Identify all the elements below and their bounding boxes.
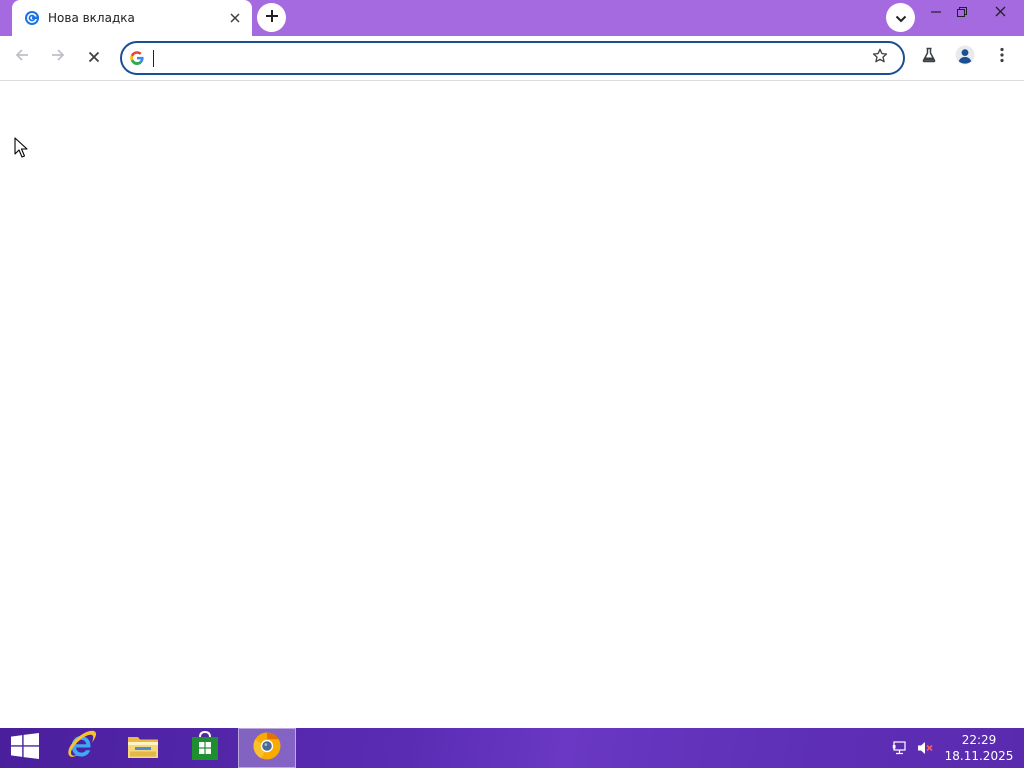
chrome-labs-button[interactable] (915, 43, 943, 71)
start-button[interactable] (0, 728, 50, 768)
minimize-icon (931, 2, 941, 21)
omnibox-input[interactable] (152, 47, 852, 69)
tab-strip: Нова вкладка (0, 0, 1024, 36)
windows-store-icon (191, 730, 219, 765)
internet-explorer-icon (65, 730, 97, 766)
text-caret (153, 50, 154, 67)
address-bar[interactable] (120, 41, 905, 75)
new-tab-favicon-icon (24, 10, 40, 26)
window-restore-button[interactable] (944, 0, 980, 22)
google-g-icon (129, 50, 145, 66)
bookmark-star-button[interactable] (868, 46, 892, 70)
browser-toolbar (0, 36, 1024, 81)
close-icon (995, 2, 1006, 21)
kebab-menu-icon (1000, 47, 1004, 67)
taskbar-clock[interactable]: 22:29 18.11.2025 (940, 732, 1018, 764)
taskbar-windows-store[interactable] (176, 728, 234, 768)
windows-start-icon (11, 733, 39, 763)
plus-icon (265, 8, 279, 27)
tab-new-tab[interactable]: Нова вкладка (12, 0, 252, 36)
stop-x-icon (88, 48, 100, 67)
restore-icon (957, 2, 967, 21)
profile-button[interactable] (951, 43, 979, 71)
arrow-left-icon (14, 47, 30, 67)
chevron-down-icon (895, 8, 907, 27)
page-content[interactable] (0, 82, 1024, 728)
clock-time: 22:29 (961, 733, 997, 747)
taskbar-file-explorer[interactable] (114, 728, 172, 768)
window-close-button[interactable] (976, 0, 1024, 22)
profile-icon (955, 45, 975, 69)
chrome-canary-icon (252, 731, 282, 765)
browser-menu-button[interactable] (988, 43, 1016, 71)
tab-search-button[interactable] (886, 3, 915, 32)
tab-title: Нова вкладка (48, 11, 135, 25)
labs-flask-icon (921, 47, 937, 67)
taskbar-chrome-canary[interactable] (238, 728, 296, 768)
new-tab-button[interactable] (257, 3, 286, 32)
clock-date: 18.11.2025 (944, 749, 1014, 763)
stop-loading-button[interactable] (80, 43, 108, 71)
taskbar-internet-explorer[interactable] (52, 728, 110, 768)
star-icon (872, 48, 888, 68)
file-explorer-icon (127, 732, 159, 764)
network-warning-icon[interactable] (892, 740, 908, 756)
mouse-pointer-icon (14, 137, 28, 159)
tab-close-icon[interactable] (225, 8, 245, 28)
back-button[interactable] (8, 43, 36, 71)
taskbar: 22:29 18.11.2025 (0, 728, 1024, 768)
volume-muted-icon[interactable] (917, 740, 933, 756)
arrow-right-icon (50, 47, 66, 67)
forward-button[interactable] (44, 43, 72, 71)
